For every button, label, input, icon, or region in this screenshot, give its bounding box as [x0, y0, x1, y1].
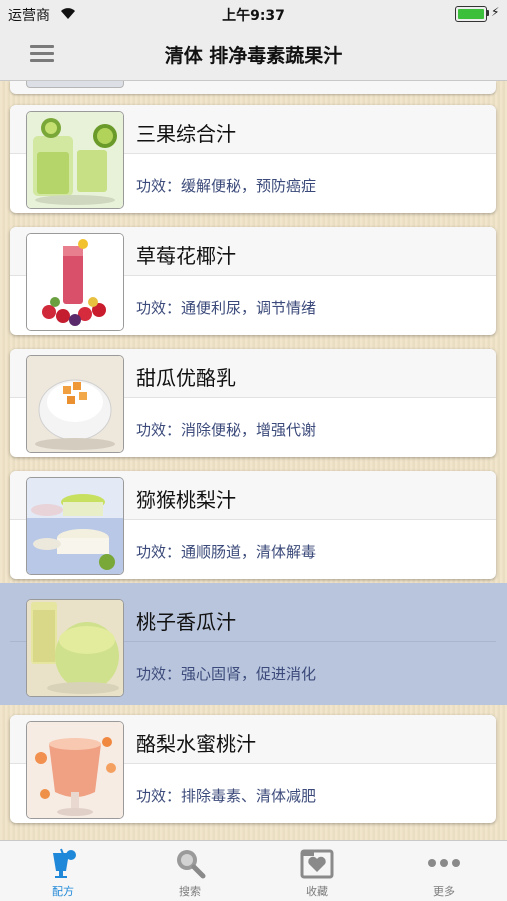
battery-icon: ⚡: [455, 5, 500, 22]
page-title: 清体 排净毒素蔬果汁: [164, 45, 343, 67]
drink-name: 甜瓜优酪乳: [136, 366, 236, 390]
recipe-card[interactable]: 草莓花椰汁 功效：通便利尿，调节情绪: [10, 227, 496, 335]
drink-thumbnail-kiwi-pear: [26, 477, 124, 575]
tab-label: 更多: [433, 885, 455, 898]
tab-bar: 配方 搜索 收藏 更多: [0, 840, 507, 901]
tab-favorites[interactable]: 收藏: [254, 841, 380, 901]
list-item-partial[interactable]: [10, 81, 496, 94]
drink-effect: 功效：通顺肠道，清体解毒: [136, 543, 317, 561]
drink-effect: 功效：通便利尿，调节情绪: [136, 299, 317, 317]
drink-effect: 功效：排除毒素、清体减肥: [136, 787, 317, 805]
drink-thumbnail-melon-yogurt: [26, 355, 124, 453]
drink-name: 三果综合汁: [136, 122, 236, 146]
drink-name: 酪梨水蜜桃汁: [136, 732, 256, 756]
status-time: 上午9:37: [222, 8, 285, 24]
juice-glass-icon: [53, 848, 76, 878]
recipe-card[interactable]: 甜瓜优酪乳 功效：消除便秘，增强代谢: [10, 349, 496, 457]
magnifier-icon: [177, 850, 206, 879]
drink-thumbnail-kiwi: [26, 111, 124, 209]
list-item[interactable]: 甜瓜优酪乳 功效：消除便秘，增强代谢: [0, 339, 507, 461]
tab-more[interactable]: 更多: [381, 841, 507, 901]
status-bar: 运营商 上午9:37 ⚡: [0, 0, 507, 28]
heart-folder-icon: [300, 849, 334, 879]
drink-name: 猕猴桃梨汁: [136, 488, 236, 512]
tab-recipes[interactable]: 配方: [0, 841, 126, 901]
recipe-card[interactable]: 酪梨水蜜桃汁 功效：排除毒素、清体减肥: [10, 715, 496, 823]
recipe-card[interactable]: 猕猴桃梨汁 功效：通顺肠道，清体解毒: [10, 471, 496, 579]
drink-thumbnail: [26, 81, 124, 88]
recipe-card[interactable]: 三果综合汁 功效：缓解便秘，预防癌症: [10, 105, 496, 213]
drink-name: 草莓花椰汁: [136, 244, 236, 268]
drink-thumbnail-avocado-peach: [26, 721, 124, 819]
tab-label: 收藏: [306, 885, 328, 898]
more-dots-icon: [428, 859, 460, 867]
drink-effect: 功效：缓解便秘，预防癌症: [136, 177, 317, 195]
list-item[interactable]: 酪梨水蜜桃汁 功效：排除毒素、清体减肥: [0, 705, 507, 827]
tab-search[interactable]: 搜索: [127, 841, 253, 901]
drink-effect: 功效：消除便秘，增强代谢: [136, 421, 317, 439]
tab-label: 搜索: [179, 885, 201, 898]
recipe-card[interactable]: 桃子香瓜汁 功效：强心固肾，促进消化: [10, 593, 496, 701]
tab-label: 配方: [52, 885, 74, 898]
drink-name: 桃子香瓜汁: [136, 610, 236, 634]
drink-effect: 功效：强心固肾，促进消化: [136, 665, 317, 683]
list-item[interactable]: 猕猴桃梨汁 功效：通顺肠道，清体解毒: [0, 461, 507, 583]
recipe-list[interactable]: 三果综合汁 功效：缓解便秘，预防癌症 草莓花椰汁 功效：通便利尿，调节情绪 甜瓜…: [0, 81, 507, 840]
list-item-selected[interactable]: 桃子香瓜汁 功效：强心固肾，促进消化: [0, 583, 507, 705]
navigation-bar: 清体 排净毒素蔬果汁: [0, 28, 507, 81]
list-item[interactable]: 草莓花椰汁 功效：通便利尿，调节情绪: [0, 217, 507, 339]
list-item[interactable]: 三果综合汁 功效：缓解便秘，预防癌症: [0, 95, 507, 217]
drink-thumbnail-strawberry: [26, 233, 124, 331]
drink-thumbnail-peach-melon: [26, 599, 124, 697]
charging-icon: ⚡: [491, 5, 500, 19]
